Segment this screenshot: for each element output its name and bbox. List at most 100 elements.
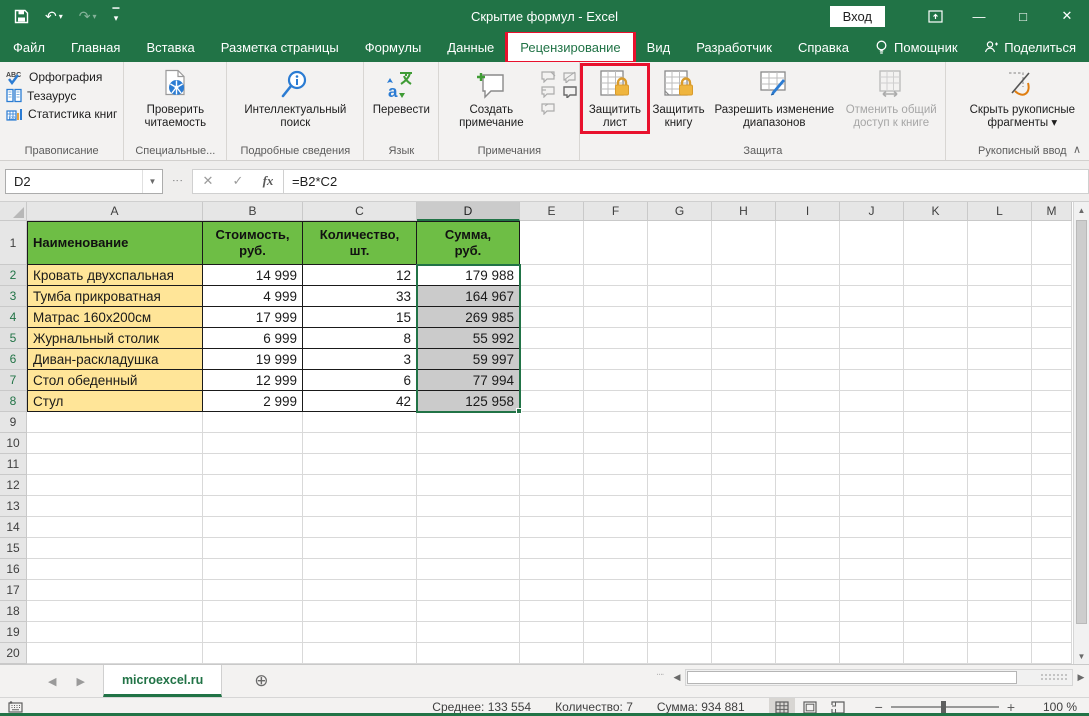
cell-L10[interactable]: [968, 433, 1032, 454]
row-header-8[interactable]: 8: [0, 391, 27, 412]
hscroll-thumb[interactable]: [687, 671, 1017, 684]
check-accessibility-button[interactable]: Проверить читаемость: [126, 65, 224, 132]
cell-G15[interactable]: [648, 538, 712, 559]
cell-K10[interactable]: [904, 433, 968, 454]
cell-H2[interactable]: [712, 265, 776, 286]
select-all-button[interactable]: [0, 202, 27, 221]
cell-L5[interactable]: [968, 328, 1032, 349]
column-header-H[interactable]: H: [712, 202, 776, 221]
cell-H8[interactable]: [712, 391, 776, 412]
cell-F2[interactable]: [584, 265, 648, 286]
cell-F17[interactable]: [584, 580, 648, 601]
cell-J15[interactable]: [840, 538, 904, 559]
cell-F13[interactable]: [584, 496, 648, 517]
cell-E1[interactable]: [520, 221, 584, 265]
cell-I1[interactable]: [776, 221, 840, 265]
status-sum[interactable]: Сумма: 934 881: [657, 700, 745, 714]
cell-M14[interactable]: [1032, 517, 1072, 538]
cell-C11[interactable]: [303, 454, 417, 475]
name-box[interactable]: D2 ▼: [5, 169, 163, 194]
formula-input[interactable]: =B2*C2: [284, 169, 1089, 194]
cell-C1[interactable]: Количество, шт.: [303, 221, 417, 265]
cell-K1[interactable]: [904, 221, 968, 265]
cell-D12[interactable]: [417, 475, 520, 496]
cell-C13[interactable]: [303, 496, 417, 517]
cell-E18[interactable]: [520, 601, 584, 622]
zoom-slider-thumb[interactable]: [941, 701, 946, 713]
cell-E2[interactable]: [520, 265, 584, 286]
minimize-icon[interactable]: —: [957, 0, 1001, 32]
cell-C2[interactable]: 12: [303, 265, 417, 286]
collapse-ribbon-icon[interactable]: ∧: [1073, 143, 1081, 156]
cell-B10[interactable]: [203, 433, 303, 454]
cell-C4[interactable]: 15: [303, 307, 417, 328]
column-header-F[interactable]: F: [584, 202, 648, 221]
cell-A17[interactable]: [27, 580, 203, 601]
cell-I9[interactable]: [776, 412, 840, 433]
cell-L12[interactable]: [968, 475, 1032, 496]
cell-D13[interactable]: [417, 496, 520, 517]
cell-L17[interactable]: [968, 580, 1032, 601]
cell-D15[interactable]: [417, 538, 520, 559]
cell-C3[interactable]: 33: [303, 286, 417, 307]
cell-D11[interactable]: [417, 454, 520, 475]
cell-G9[interactable]: [648, 412, 712, 433]
ribbon-tab-Разметка страницы[interactable]: Разметка страницы: [208, 32, 352, 62]
hscroll-right-icon[interactable]: ▶: [1073, 672, 1089, 683]
cell-F11[interactable]: [584, 454, 648, 475]
row-header-9[interactable]: 9: [0, 412, 27, 433]
cell-K9[interactable]: [904, 412, 968, 433]
cell-G3[interactable]: [648, 286, 712, 307]
cell-D19[interactable]: [417, 622, 520, 643]
cell-M4[interactable]: [1032, 307, 1072, 328]
cell-B14[interactable]: [203, 517, 303, 538]
cell-M20[interactable]: [1032, 643, 1072, 664]
cell-J18[interactable]: [840, 601, 904, 622]
ribbon-tab-Помощник[interactable]: Помощник: [862, 32, 971, 62]
column-header-B[interactable]: B: [203, 202, 303, 221]
cell-F6[interactable]: [584, 349, 648, 370]
cell-C19[interactable]: [303, 622, 417, 643]
cell-H17[interactable]: [712, 580, 776, 601]
ribbon-tab-Справка[interactable]: Справка: [785, 32, 862, 62]
cancel-icon[interactable]: ✕: [193, 173, 223, 189]
row-header-1[interactable]: 1: [0, 221, 27, 265]
cell-E5[interactable]: [520, 328, 584, 349]
column-header-G[interactable]: G: [648, 202, 712, 221]
row-header-14[interactable]: 14: [0, 517, 27, 538]
cell-J3[interactable]: [840, 286, 904, 307]
cell-M9[interactable]: [1032, 412, 1072, 433]
cell-C7[interactable]: 6: [303, 370, 417, 391]
cell-M17[interactable]: [1032, 580, 1072, 601]
cell-G14[interactable]: [648, 517, 712, 538]
cell-L1[interactable]: [968, 221, 1032, 265]
cell-H13[interactable]: [712, 496, 776, 517]
cell-H16[interactable]: [712, 559, 776, 580]
cell-I16[interactable]: [776, 559, 840, 580]
cell-L11[interactable]: [968, 454, 1032, 475]
cell-C15[interactable]: [303, 538, 417, 559]
cell-G1[interactable]: [648, 221, 712, 265]
cell-F8[interactable]: [584, 391, 648, 412]
cell-F1[interactable]: [584, 221, 648, 265]
ribbon-tab-Данные[interactable]: Данные: [434, 32, 507, 62]
cell-B16[interactable]: [203, 559, 303, 580]
cell-M1[interactable]: [1032, 221, 1072, 265]
cell-J19[interactable]: [840, 622, 904, 643]
row-header-7[interactable]: 7: [0, 370, 27, 391]
insert-function-icon[interactable]: fx: [253, 173, 283, 189]
row-header-3[interactable]: 3: [0, 286, 27, 307]
cell-B1[interactable]: Стоимость, руб.: [203, 221, 303, 265]
cell-C20[interactable]: [303, 643, 417, 664]
cell-F20[interactable]: [584, 643, 648, 664]
cell-L9[interactable]: [968, 412, 1032, 433]
row-header-20[interactable]: 20: [0, 643, 27, 664]
cell-M15[interactable]: [1032, 538, 1072, 559]
cell-E6[interactable]: [520, 349, 584, 370]
cell-F3[interactable]: [584, 286, 648, 307]
cell-J6[interactable]: [840, 349, 904, 370]
cell-F18[interactable]: [584, 601, 648, 622]
cell-L20[interactable]: [968, 643, 1032, 664]
ribbon-tab-Главная[interactable]: Главная: [58, 32, 133, 62]
cell-H3[interactable]: [712, 286, 776, 307]
